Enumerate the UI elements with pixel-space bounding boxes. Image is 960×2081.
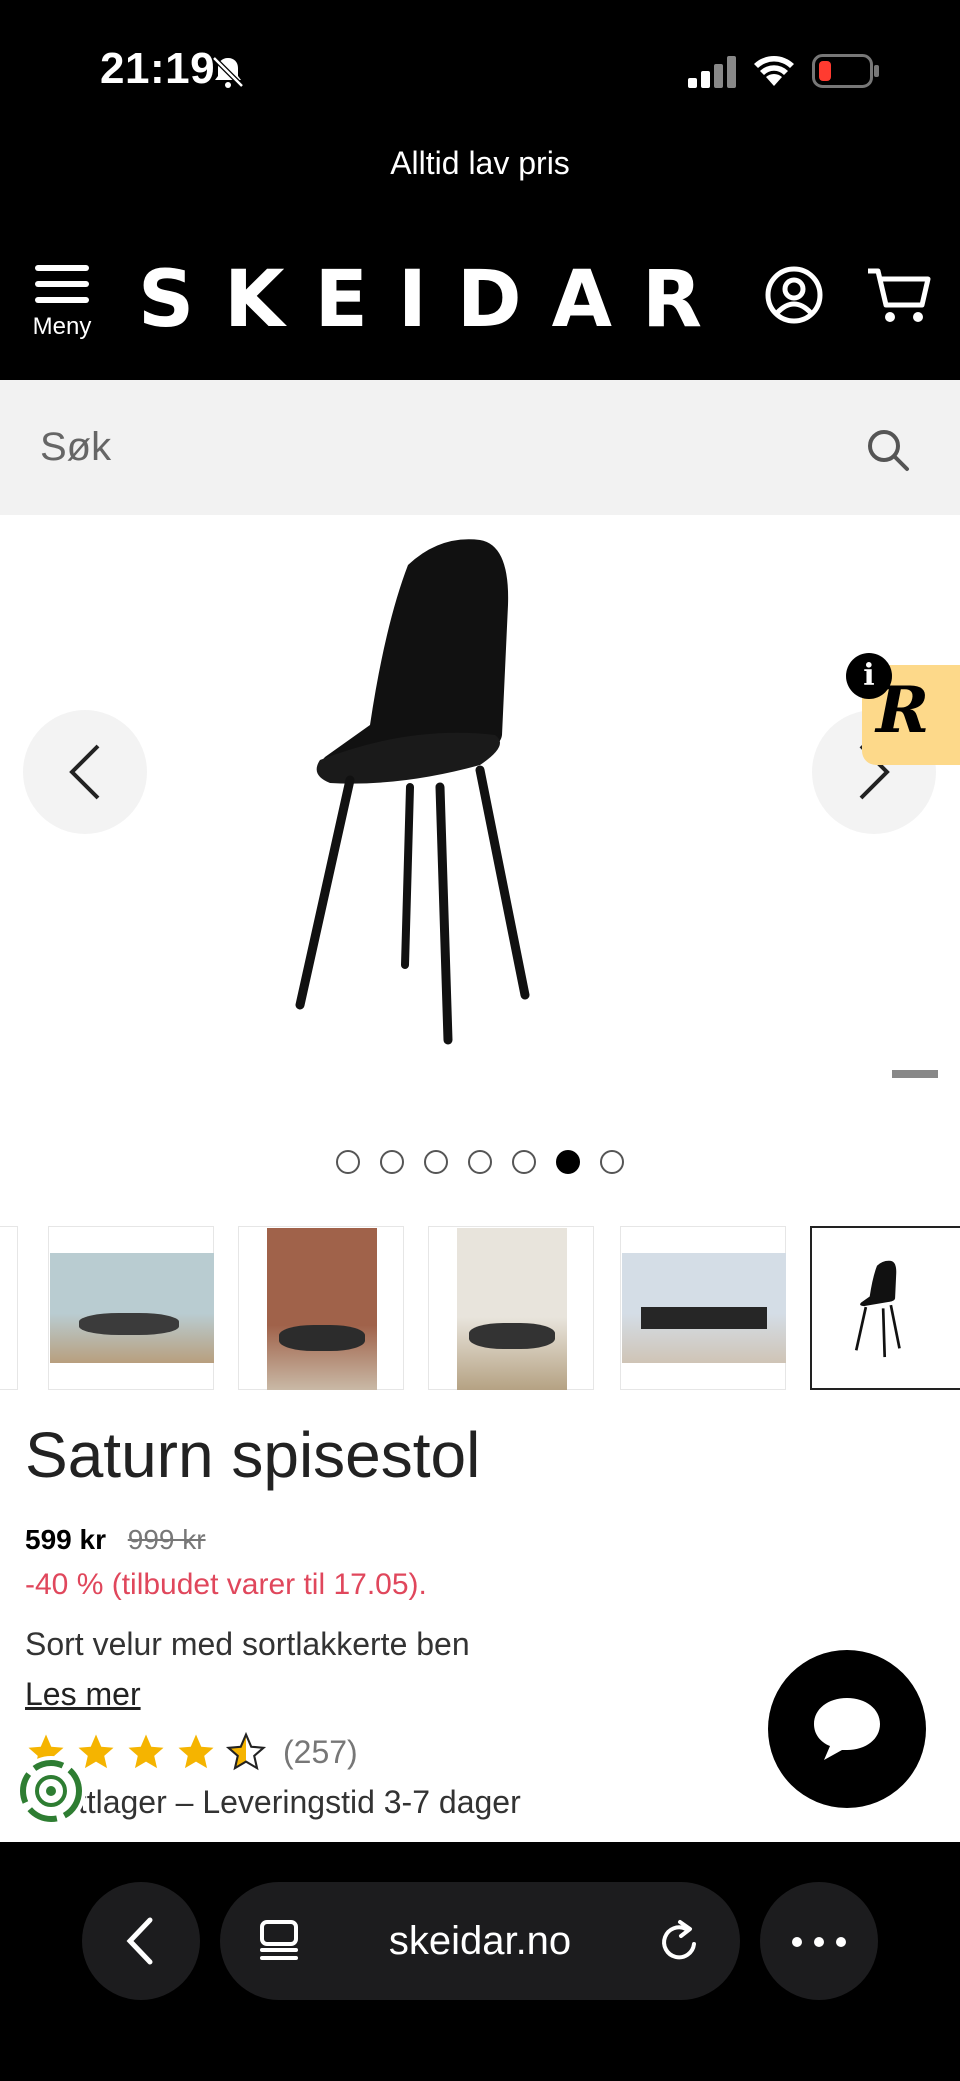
thumbnail[interactable]: [428, 1226, 594, 1390]
search-icon[interactable]: [866, 428, 910, 472]
gallery-dot[interactable]: [424, 1150, 448, 1174]
browser-back-button[interactable]: [82, 1882, 200, 2000]
read-more-link[interactable]: Les mer: [25, 1676, 141, 1713]
discount-text: -40 % (tilbudet varer til 17.05).: [25, 1568, 427, 1601]
dot-icon: [836, 1937, 846, 1947]
gallery-prev-button[interactable]: [23, 710, 147, 834]
star-icon: [128, 1734, 164, 1769]
chat-button[interactable]: [768, 1650, 926, 1808]
gallery-pagination: [0, 1150, 960, 1178]
battery-icon: [812, 54, 879, 88]
info-icon[interactable]: i: [846, 653, 892, 699]
star-icon: [178, 1734, 214, 1769]
account-icon[interactable]: [764, 265, 824, 325]
thumbnail[interactable]: [620, 1226, 786, 1390]
gallery-dot[interactable]: [512, 1150, 536, 1174]
dot-icon: [814, 1937, 824, 1947]
wifi-icon: [754, 56, 794, 86]
product-title: Saturn spisestol: [25, 1419, 481, 1491]
chair-thumbnail-icon: [854, 1260, 901, 1358]
hamburger-icon: [26, 265, 98, 303]
chevron-left-icon: [69, 744, 100, 800]
product-gallery: R i: [0, 515, 960, 1095]
address-bar[interactable]: skeidar.no: [220, 1882, 740, 2000]
star-half-icon: [225, 1731, 267, 1771]
thumbnail-strip: [0, 1222, 960, 1392]
current-price: 599 kr: [25, 1524, 106, 1555]
thumbnail[interactable]: [48, 1226, 214, 1390]
reload-icon[interactable]: [658, 1918, 702, 1964]
bell-off-icon: [212, 56, 244, 88]
chevron-left-icon: [126, 1917, 153, 1965]
product-description: Sort velur med sortlakkerte ben: [25, 1626, 470, 1662]
price-row: 599 kr 999 kr: [25, 1524, 206, 1556]
stock-status: ettlager – Leveringstid 3-7 dager: [60, 1784, 521, 1820]
menu-button[interactable]: Meny: [26, 265, 98, 355]
thumbnail-active[interactable]: [810, 1226, 960, 1390]
site-logo[interactable]: SKEIDAR: [138, 255, 732, 345]
product-image[interactable]: [280, 525, 640, 1045]
cart-icon[interactable]: [866, 265, 932, 325]
menu-label: Meny: [32, 313, 92, 340]
zoom-handle: [892, 1070, 938, 1078]
gallery-dot[interactable]: [600, 1150, 624, 1174]
old-price: 999 kr: [127, 1524, 206, 1555]
more-options-button[interactable]: [760, 1882, 878, 2000]
gallery-dot[interactable]: [380, 1150, 404, 1174]
browser-toolbar: skeidar.no: [0, 1842, 960, 2081]
chat-bubble-icon: [814, 1698, 880, 1760]
search-bar: [0, 380, 960, 515]
eco-badge-icon[interactable]: [16, 1756, 86, 1826]
rating-count: (257): [283, 1733, 358, 1770]
gallery-dot[interactable]: [468, 1150, 492, 1174]
thumbnail[interactable]: [0, 1226, 18, 1390]
gallery-dot-active[interactable]: [556, 1150, 580, 1174]
gallery-dot[interactable]: [336, 1150, 360, 1174]
status-time: 21:19: [100, 44, 216, 93]
status-bar: 21:19: [0, 0, 960, 130]
signal-icon: [688, 56, 736, 88]
site-header: Meny SKEIDAR: [0, 225, 960, 380]
search-input[interactable]: [0, 380, 850, 515]
thumbnail[interactable]: [238, 1226, 404, 1390]
promo-banner: Alltid lav pris: [0, 130, 960, 225]
dot-icon: [792, 1937, 802, 1947]
